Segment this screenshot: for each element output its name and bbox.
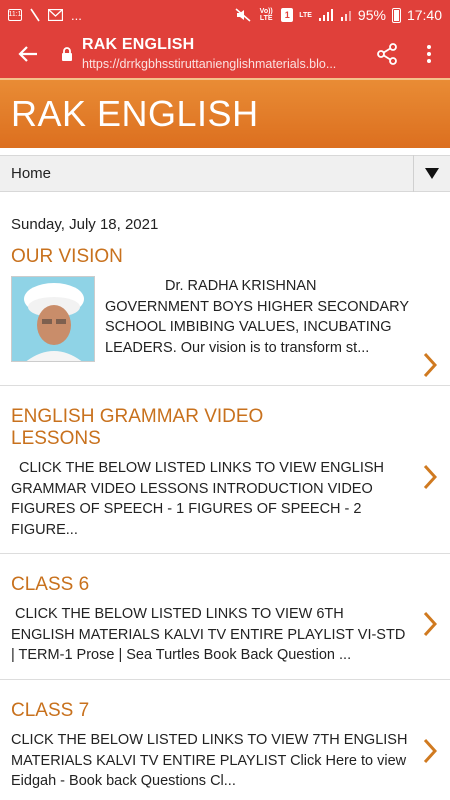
page-url: https://drrkgbhsstiruttanienglishmateria…	[82, 57, 337, 71]
nav-home[interactable]: Home	[0, 165, 413, 182]
notification-icon: 11:1	[8, 9, 22, 21]
list-item[interactable]: ENGLISH GRAMMAR VIDEO LESSONS CLICK THE …	[0, 386, 450, 554]
list-item[interactable]: OUR VISION Dr. RADHA KRISHNAN GOVERNMENT…	[0, 240, 450, 386]
sim-icon: 1	[281, 8, 294, 22]
post-thumbnail[interactable]	[11, 276, 95, 362]
more-notifications-icon: ...	[71, 7, 82, 23]
back-arrow-icon	[18, 46, 37, 62]
gmail-icon	[48, 9, 63, 21]
post-body: Dr. RADHA KRISHNAN GOVERNMENT BOYS HIGHE…	[11, 276, 410, 362]
volte-label: Vo)) LTE	[259, 8, 273, 22]
post-snippet: CLICK THE BELOW LISTED LINKS TO VIEW 6TH…	[11, 606, 406, 663]
status-right: Vo)) LTE 1 LTE 95% 17:40	[235, 7, 442, 23]
post-title[interactable]: ENGLISH GRAMMAR VIDEO LESSONS	[11, 406, 271, 450]
lte-label: LTE	[299, 11, 312, 19]
signal-2-icon	[340, 8, 352, 22]
post-title[interactable]: OUR VISION	[11, 246, 410, 268]
status-bar: 11:1 ... Vo)) LTE 1 LTE 95% 17:40	[0, 0, 450, 30]
page-title: RAK ENGLISH	[82, 36, 195, 53]
blog-header[interactable]: RAK ENGLISH	[0, 78, 450, 148]
page-title-block[interactable]: RAK ENGLISH https://drrkgbhsstiruttanien…	[78, 35, 366, 73]
date-header: Sunday, July 18, 2021	[11, 216, 159, 233]
chevron-right-icon[interactable]	[420, 609, 440, 639]
share-icon	[377, 43, 397, 65]
list-item[interactable]: CLASS 7 CLICK THE BELOW LISTED LINKS TO …	[0, 680, 450, 800]
post-snippet: Dr. RADHA KRISHNAN GOVERNMENT BOYS HIGHE…	[105, 278, 409, 356]
triangle-down-icon	[425, 168, 439, 179]
share-button[interactable]	[366, 30, 408, 78]
chevron-right-icon[interactable]	[420, 736, 440, 766]
battery-icon	[391, 7, 401, 23]
status-left: 11:1 ...	[8, 8, 82, 23]
post-title[interactable]: CLASS 6	[11, 574, 410, 596]
more-vert-icon	[427, 45, 431, 63]
lock-icon[interactable]	[56, 47, 78, 61]
clock: 17:40	[406, 7, 442, 23]
nav-dropdown-button[interactable]	[413, 155, 450, 192]
menu-button[interactable]	[408, 30, 450, 78]
post-title[interactable]: CLASS 7	[11, 700, 410, 722]
chevron-right-icon[interactable]	[420, 462, 440, 492]
browser-toolbar: RAK ENGLISH https://drrkgbhsstiruttanien…	[0, 30, 450, 78]
chevron-right-icon[interactable]	[420, 350, 440, 380]
blog-title[interactable]: RAK ENGLISH	[11, 93, 259, 135]
back-button[interactable]	[0, 30, 56, 78]
mute-speaker-icon	[235, 8, 251, 22]
post-snippet: CLICK THE BELOW LISTED LINKS TO VIEW 7TH…	[11, 732, 408, 789]
list-item[interactable]: CLASS 6 CLICK THE BELOW LISTED LINKS TO …	[0, 554, 450, 680]
post-snippet: CLICK THE BELOW LISTED LINKS TO VIEW ENG…	[11, 460, 385, 538]
signal-icon	[318, 8, 334, 22]
nav-bar: Home	[0, 155, 450, 192]
mute-icon	[30, 8, 40, 22]
battery-percent: 95%	[357, 7, 386, 23]
post-list: Sunday, July 18, 2021 OUR VISION Dr. RAD…	[0, 192, 450, 800]
